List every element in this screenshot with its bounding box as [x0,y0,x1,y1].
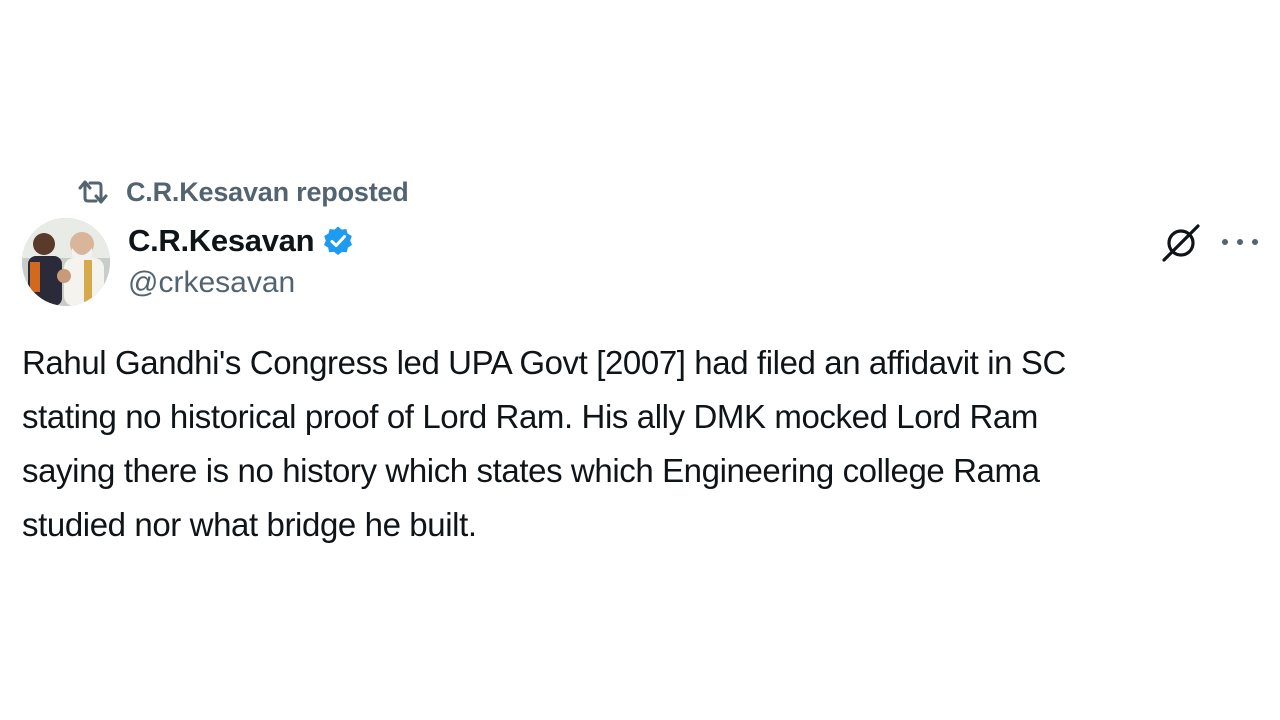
repost-label[interactable]: C.R.Kesavan reposted [126,177,409,208]
more-options-icon[interactable] [1222,230,1258,254]
verified-badge-icon[interactable] [322,224,356,258]
tweet-card[interactable]: C.R.Kesavan reposted C.R.Kesavan @crkesa… [0,0,1280,720]
tweet-text-line: saying there is no history which states … [22,452,1040,489]
tweet-text-line: studied nor what bridge he built. [22,506,477,543]
repost-icon [76,177,110,207]
name-row: C.R.Kesavan [128,220,356,262]
tweet-text: Rahul Gandhi's Congress led UPA Govt [20… [22,336,1262,552]
repost-indicator[interactable]: C.R.Kesavan reposted [76,174,409,210]
avatar[interactable] [22,218,110,306]
tweet-text-line: Rahul Gandhi's Congress led UPA Govt [20… [22,344,1066,381]
tweet-text-line: stating no historical proof of Lord Ram.… [22,398,1038,435]
grok-icon[interactable] [1160,222,1202,264]
user-handle[interactable]: @crkesavan [128,266,356,300]
tweet-header: C.R.Kesavan @crkesavan [128,220,356,300]
display-name[interactable]: C.R.Kesavan [128,223,315,259]
